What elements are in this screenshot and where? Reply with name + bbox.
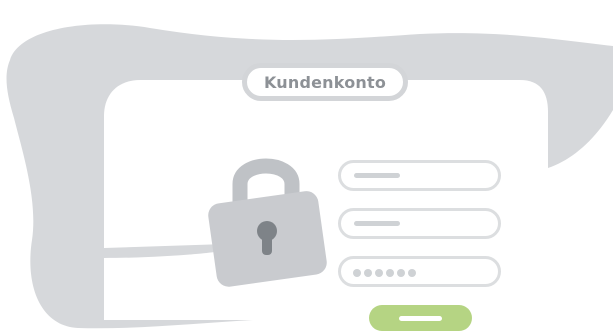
password-field[interactable]: [338, 256, 501, 287]
password-mask-dot: [408, 269, 416, 277]
account-title-label: Kundenkonto: [263, 72, 387, 92]
password-mask-dot: [375, 269, 383, 277]
password-mask-dot: [397, 269, 405, 277]
account-title: Kundenkonto: [242, 63, 408, 101]
placeholder-dash: [354, 221, 400, 226]
password-mask-dot: [386, 269, 394, 277]
placeholder-dash: [354, 173, 400, 178]
username-field[interactable]: [338, 160, 501, 191]
password-mask: [353, 263, 416, 277]
email-field[interactable]: [338, 208, 501, 239]
submit-button-label-bar: [399, 316, 442, 321]
account-login-illustration: Kundenkonto: [0, 0, 613, 331]
padlock-icon: [208, 158, 327, 287]
password-mask-dot: [353, 269, 361, 277]
submit-button[interactable]: [369, 305, 472, 331]
password-mask-dot: [364, 269, 372, 277]
keyhole-slot: [262, 233, 272, 255]
